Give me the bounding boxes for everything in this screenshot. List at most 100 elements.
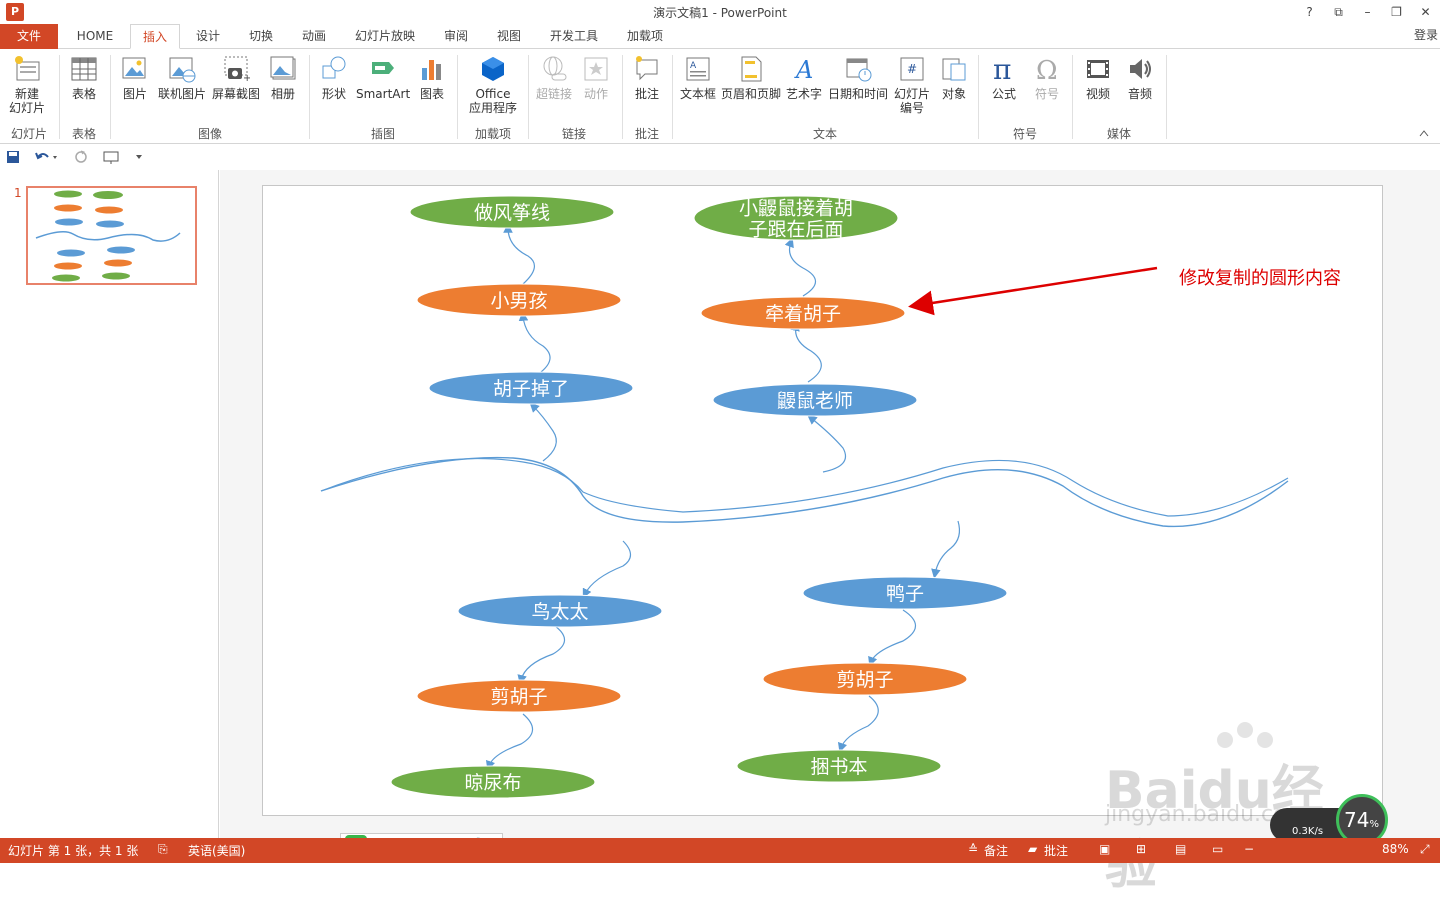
- fit-to-window-icon[interactable]: ⤢: [1420, 842, 1430, 857]
- date-time-button[interactable]: 日期和时间: [826, 54, 890, 101]
- tab-home[interactable]: HOME: [68, 24, 122, 49]
- screenshot-button[interactable]: + 屏幕截图: [210, 54, 262, 101]
- object-icon: [942, 58, 966, 81]
- group-divider: [59, 55, 60, 139]
- node-label: 小男孩: [490, 290, 547, 312]
- close-icon[interactable]: ✕: [1411, 0, 1440, 24]
- header-footer-icon: [741, 56, 762, 82]
- notes-icon[interactable]: ≙: [968, 842, 978, 856]
- header-footer-button[interactable]: 页眉和页脚: [720, 54, 782, 101]
- new-slide-button[interactable]: 新建 幻灯片: [4, 54, 50, 115]
- group-label-text: 文本: [812, 127, 837, 141]
- connector-curve: [807, 415, 847, 473]
- login-link[interactable]: 登录: [1414, 26, 1438, 43]
- smartart-label: SmartArt: [356, 87, 411, 101]
- picture-button[interactable]: 图片: [116, 54, 154, 101]
- comments-button[interactable]: 批注: [1044, 842, 1068, 859]
- shapes-label: 形状: [321, 87, 346, 101]
- video-button[interactable]: 视频: [1078, 54, 1118, 101]
- normal-view-icon[interactable]: ▣: [1099, 842, 1110, 856]
- node-label: 鸭子: [886, 583, 924, 605]
- textbox-button[interactable]: A 文本框: [678, 54, 718, 101]
- node-label: 剪胡子: [836, 669, 893, 691]
- slide-number-button[interactable]: # 幻灯片 编号: [892, 54, 932, 115]
- minimize-icon[interactable]: –: [1353, 0, 1382, 24]
- picture-icon: [122, 57, 146, 79]
- tab-transitions[interactable]: 切换: [241, 24, 281, 49]
- comment-button[interactable]: 批注: [628, 54, 666, 101]
- save-icon[interactable]: [6, 150, 20, 164]
- zoom-level[interactable]: 88%: [1382, 842, 1409, 856]
- chart-button[interactable]: 图表: [414, 54, 450, 101]
- shapes-button[interactable]: 形状: [314, 54, 354, 101]
- help-icon[interactable]: ?: [1295, 0, 1324, 24]
- online-picture-button[interactable]: 联机图片: [156, 54, 208, 101]
- action-label: 动作: [583, 87, 608, 101]
- slide-sorter-icon[interactable]: ⊞: [1136, 842, 1146, 856]
- spellcheck-icon[interactable]: ⎘: [158, 842, 168, 857]
- customize-qat-icon[interactable]: [135, 154, 143, 160]
- equation-button[interactable]: π 公式: [984, 54, 1024, 101]
- photo-album-icon: [270, 56, 296, 80]
- action-button[interactable]: 动作: [578, 54, 614, 101]
- svg-text:π: π: [993, 54, 1011, 84]
- comments-icon[interactable]: ▰: [1028, 842, 1037, 856]
- hyperlink-button[interactable]: 超链接: [534, 54, 574, 101]
- mind-map-node[interactable]: 剪胡子: [762, 662, 968, 696]
- group-label-addins: 加载项: [474, 127, 511, 141]
- tab-file[interactable]: 文件: [0, 24, 58, 49]
- tab-slideshow[interactable]: 幻灯片放映: [348, 24, 422, 49]
- tab-insert[interactable]: 插入: [130, 24, 180, 49]
- connector-curve: [784, 237, 817, 297]
- slide-thumbnail[interactable]: [26, 186, 197, 285]
- tab-addins[interactable]: 加载项: [618, 24, 672, 49]
- reading-view-icon[interactable]: ▤: [1175, 842, 1186, 856]
- group-divider: [457, 55, 458, 139]
- mind-map-node[interactable]: 鸭子: [802, 576, 1008, 610]
- wordart-button[interactable]: A 艺术字: [784, 54, 824, 101]
- mind-map-node[interactable]: 鸟太太: [457, 594, 663, 628]
- mind-map-node[interactable]: 小男孩: [416, 283, 622, 317]
- zoom-out-icon[interactable]: −: [1244, 842, 1254, 856]
- slide-canvas[interactable]: 做风筝线小男孩胡子掉了 小鼹鼠接着胡 子跟在后面牵着胡子鼹鼠老师鸟太太剪胡子晾尿布 鸭…: [262, 185, 1383, 816]
- connector-curve: [517, 625, 566, 685]
- smartart-button[interactable]: SmartArt: [356, 54, 410, 101]
- mind-map-node[interactable]: 小鼹鼠接着胡子跟在后面: [693, 195, 899, 241]
- mind-map-node[interactable]: 晾尿布: [390, 765, 596, 799]
- group-label-symbols: 符号: [1012, 127, 1037, 141]
- tab-animations[interactable]: 动画: [294, 24, 334, 49]
- online-picture-label: 联机图片: [157, 87, 206, 101]
- connector-curve: [529, 402, 557, 462]
- tab-review[interactable]: 审阅: [436, 24, 476, 49]
- redo-icon[interactable]: [74, 150, 88, 164]
- tab-design[interactable]: 设计: [188, 24, 228, 49]
- equation-label: 公式: [991, 87, 1016, 101]
- audio-button[interactable]: 音频: [1120, 54, 1160, 101]
- object-button[interactable]: 对象: [936, 54, 972, 101]
- start-slideshow-icon[interactable]: [102, 150, 122, 164]
- node-label: 剪胡子: [490, 686, 547, 708]
- mind-map-node[interactable]: 牵着胡子: [700, 296, 906, 330]
- photo-album-button[interactable]: 相册: [264, 54, 302, 101]
- symbol-button[interactable]: Ω 符号: [1028, 54, 1066, 101]
- ribbon-display-icon[interactable]: ⧉: [1324, 0, 1353, 24]
- slideshow-view-icon[interactable]: ▭: [1212, 842, 1223, 856]
- mind-map-node[interactable]: 剪胡子: [416, 679, 622, 713]
- tab-view[interactable]: 视图: [489, 24, 529, 49]
- mind-map-node[interactable]: 鼹鼠老师: [712, 383, 918, 417]
- notes-button[interactable]: 备注: [984, 842, 1008, 859]
- restore-icon[interactable]: ❐: [1382, 0, 1411, 24]
- undo-icon[interactable]: [34, 150, 58, 164]
- mind-map-node[interactable]: 胡子掉了: [428, 371, 634, 405]
- action-star-icon: [584, 57, 608, 81]
- tab-developer[interactable]: 开发工具: [543, 24, 605, 49]
- mind-map-node[interactable]: 做风筝线: [409, 195, 615, 229]
- office-apps-button[interactable]: Office 应用程序: [462, 54, 524, 115]
- photo-album-label: 相册: [270, 87, 295, 101]
- mind-map-node[interactable]: 捆书本: [736, 749, 942, 783]
- language-indicator[interactable]: 英语(美国): [188, 842, 245, 859]
- connector-curve: [582, 540, 632, 599]
- office-store-icon: [482, 57, 504, 81]
- collapse-ribbon-icon[interactable]: [1419, 129, 1429, 137]
- table-button[interactable]: 表格: [64, 54, 104, 101]
